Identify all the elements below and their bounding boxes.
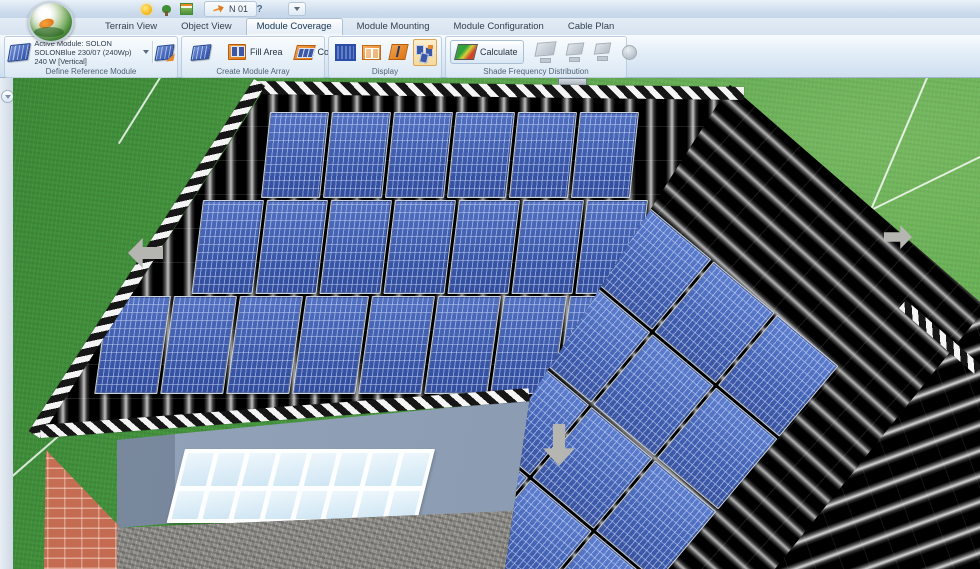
skylight-pane bbox=[233, 491, 266, 519]
pv-module[interactable] bbox=[261, 112, 329, 198]
gray-panel-icon bbox=[593, 42, 611, 54]
north-arrow-icon bbox=[212, 3, 225, 14]
tab-object-view[interactable]: Object View bbox=[171, 19, 242, 35]
tree-icon[interactable] bbox=[160, 3, 173, 16]
skylight-window bbox=[167, 449, 435, 523]
skylight-pane bbox=[202, 491, 235, 519]
pv-module[interactable] bbox=[571, 112, 639, 198]
display-scatter-button[interactable] bbox=[413, 39, 438, 66]
north-dropdown-button[interactable] bbox=[288, 2, 306, 16]
pv-module[interactable] bbox=[226, 296, 303, 394]
skylight-pane bbox=[357, 491, 390, 519]
image-icon[interactable] bbox=[180, 3, 193, 16]
application-window: ? N 01 Terrain View Object View Module C… bbox=[0, 0, 980, 569]
pv-module[interactable] bbox=[319, 200, 392, 294]
app-logo-icon[interactable] bbox=[28, 1, 74, 43]
flip-icon[interactable] bbox=[100, 3, 113, 16]
skylight-pane bbox=[388, 491, 421, 519]
reference-module-icon bbox=[7, 42, 31, 61]
tab-module-coverage[interactable]: Module Coverage bbox=[246, 18, 343, 35]
pv-module[interactable] bbox=[511, 200, 584, 294]
module-texture-icon bbox=[335, 44, 356, 61]
active-module-dropdown-icon[interactable] bbox=[143, 50, 149, 54]
pv-module[interactable] bbox=[358, 296, 435, 394]
skylight-pane bbox=[272, 453, 306, 486]
tab-module-configuration[interactable]: Module Configuration bbox=[444, 19, 554, 35]
tab-module-mounting[interactable]: Module Mounting bbox=[347, 19, 440, 35]
title-bar: ? N 01 bbox=[0, 0, 980, 19]
group-display: Display bbox=[328, 36, 442, 78]
pv-module[interactable] bbox=[447, 112, 515, 198]
group-create-module-array: Fill Area Cover Create Module Array bbox=[181, 36, 325, 78]
viewport-3d[interactable] bbox=[13, 78, 980, 569]
group-define-reference-module: Active Module: SOLON SOLONBlue 230/07 (2… bbox=[4, 36, 178, 78]
cover-icon bbox=[293, 45, 316, 60]
gray-panel-icon bbox=[534, 41, 556, 57]
assign-module-button[interactable] bbox=[154, 44, 175, 61]
viewport-side-rail bbox=[0, 78, 14, 569]
pv-module[interactable] bbox=[447, 200, 520, 294]
tab-cable-plan[interactable]: Cable Plan bbox=[558, 19, 624, 35]
gray-panel-icon bbox=[565, 42, 584, 55]
pv-module[interactable] bbox=[383, 200, 456, 294]
skylight-pane bbox=[264, 491, 297, 519]
skylight-pane bbox=[334, 453, 368, 486]
skylight-pane bbox=[241, 453, 275, 486]
group-label: Display bbox=[329, 67, 441, 76]
skylight-pane bbox=[303, 453, 337, 486]
pv-module[interactable] bbox=[160, 296, 237, 394]
fill-area-button[interactable]: Fill Area bbox=[222, 40, 289, 64]
fill-area-icon bbox=[228, 44, 246, 60]
pv-module[interactable] bbox=[255, 200, 328, 294]
pv-module[interactable] bbox=[323, 112, 391, 198]
shade-view-3-button[interactable] bbox=[595, 39, 610, 65]
group-shade-frequency-distribution: Calculate Shade Frequency Distribution bbox=[445, 36, 627, 78]
bucket-icon[interactable] bbox=[120, 3, 133, 16]
skylight-pane bbox=[295, 491, 328, 519]
pv-module[interactable] bbox=[292, 296, 369, 394]
shade-sphere-button[interactable] bbox=[622, 39, 637, 65]
display-dimension-button[interactable] bbox=[386, 39, 411, 66]
group-label: Create Module Array bbox=[182, 67, 324, 76]
shade-view-1-button[interactable] bbox=[536, 39, 555, 65]
north-orientation-selector[interactable]: N 01 bbox=[204, 1, 257, 17]
skylight-pane bbox=[365, 453, 399, 486]
skylight-pane bbox=[211, 453, 245, 486]
pv-module[interactable] bbox=[385, 112, 453, 198]
pv-module[interactable] bbox=[509, 112, 577, 198]
group-label: Define Reference Module bbox=[5, 67, 177, 76]
ribbon-tab-row: Terrain View Object View Module Coverage… bbox=[0, 18, 980, 35]
module-outline-icon bbox=[362, 45, 381, 60]
new-module-array-button[interactable] bbox=[186, 41, 216, 64]
tab-terrain-view[interactable]: Terrain View bbox=[95, 19, 167, 35]
sphere-icon bbox=[622, 45, 637, 60]
north-label: N 01 bbox=[229, 4, 248, 14]
module-scatter-icon bbox=[416, 45, 434, 60]
shade-calculate-icon bbox=[454, 44, 478, 60]
display-outline-button[interactable] bbox=[360, 39, 385, 66]
display-texture-button[interactable] bbox=[333, 39, 358, 66]
pv-module[interactable] bbox=[424, 296, 501, 394]
sun-icon[interactable] bbox=[140, 3, 153, 16]
work-area bbox=[0, 78, 980, 569]
shade-view-2-button[interactable] bbox=[567, 39, 583, 65]
calculate-button[interactable]: Calculate bbox=[450, 40, 524, 64]
skylight-pane bbox=[326, 491, 359, 519]
ribbon: Active Module: SOLON SOLONBlue 230/07 (2… bbox=[0, 35, 980, 78]
skylight-pane bbox=[180, 453, 214, 486]
dimension-arrow-icon bbox=[388, 44, 408, 60]
skylight-pane bbox=[172, 491, 205, 519]
skylight-pane bbox=[396, 453, 430, 486]
pv-module[interactable] bbox=[191, 200, 264, 294]
group-label: Shade Frequency Distribution bbox=[446, 67, 626, 76]
